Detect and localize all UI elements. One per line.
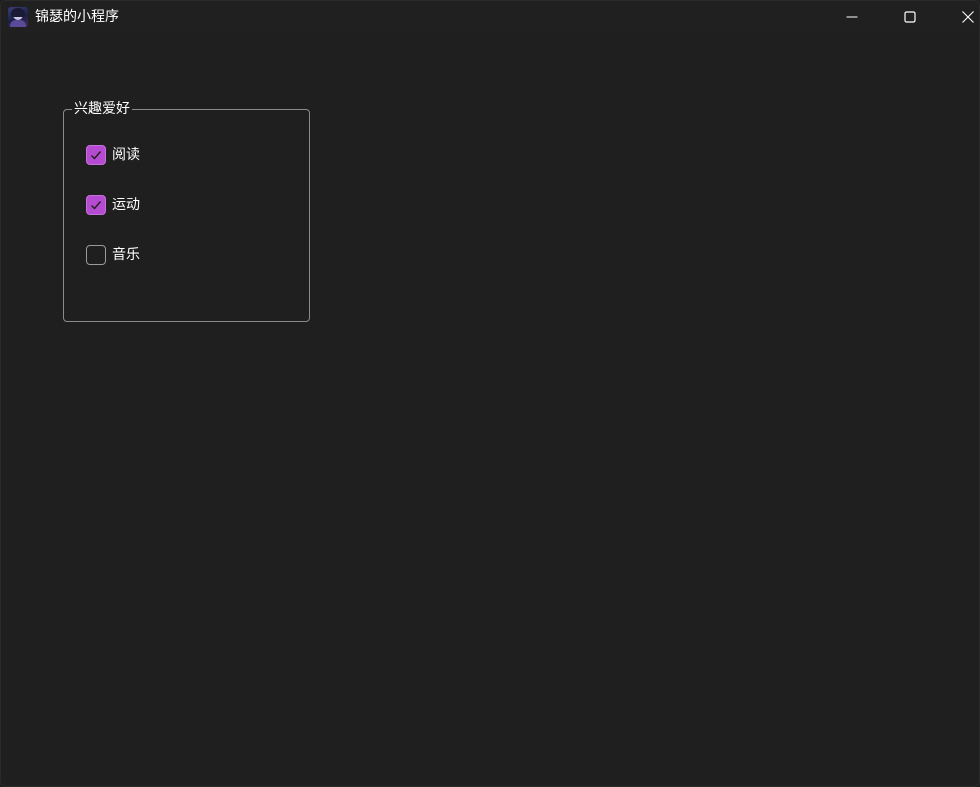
checkbox-box[interactable] — [86, 145, 106, 165]
maximize-icon — [904, 11, 916, 23]
app-avatar-icon — [8, 7, 28, 27]
window-title: 锦瑟的小程序 — [35, 9, 119, 25]
app-window: 锦瑟的小程序 兴趣爱好 阅读 运动 音乐 — [0, 0, 980, 787]
checkmark-icon — [91, 201, 102, 210]
maximize-button[interactable] — [887, 1, 933, 33]
minimize-button[interactable] — [829, 1, 875, 33]
hobby-checkbox-sports[interactable]: 运动 — [86, 194, 140, 216]
hobby-checkbox-music[interactable]: 音乐 — [86, 244, 140, 266]
close-icon — [962, 11, 974, 23]
checkbox-box[interactable] — [86, 245, 106, 265]
checkmark-icon — [91, 151, 102, 160]
groupbox-title: 兴趣爱好 — [72, 101, 132, 117]
hobby-checkbox-reading[interactable]: 阅读 — [86, 144, 140, 166]
minimize-icon — [846, 16, 858, 18]
checkbox-label: 阅读 — [112, 147, 140, 163]
checkbox-box[interactable] — [86, 195, 106, 215]
close-button[interactable] — [945, 1, 979, 33]
checkbox-label: 运动 — [112, 197, 140, 213]
hobbies-groupbox: 兴趣爱好 阅读 运动 音乐 — [63, 101, 310, 322]
checkbox-label: 音乐 — [112, 247, 140, 263]
title-bar[interactable]: 锦瑟的小程序 — [1, 1, 979, 33]
